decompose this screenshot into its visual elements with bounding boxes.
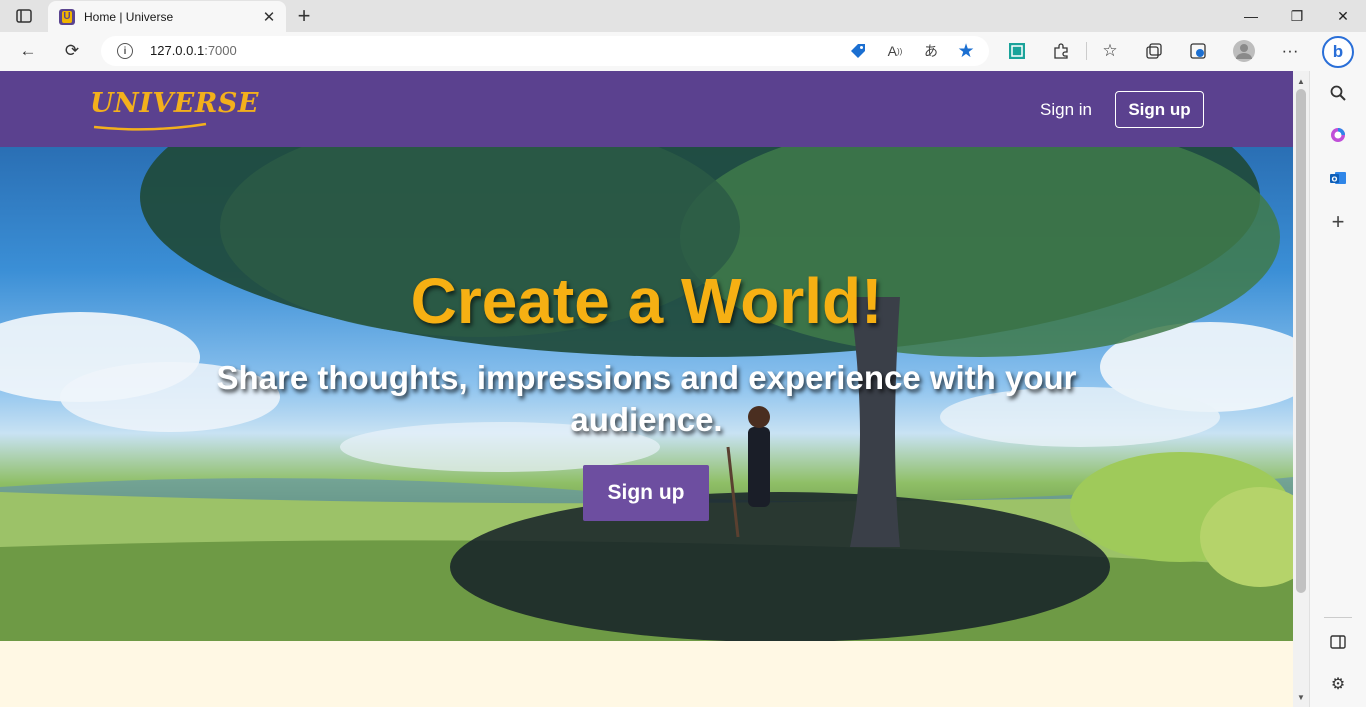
url-port: :7000 <box>204 43 237 58</box>
edge-sidebar: O + ⚙ <box>1309 71 1366 707</box>
nav-sign-up-button[interactable]: Sign up <box>1115 91 1204 128</box>
page-scrollbar[interactable]: ▲ ▼ <box>1293 71 1309 707</box>
search-icon[interactable] <box>1324 79 1352 107</box>
browser-tab[interactable]: U Home | Universe ✕ <box>48 1 286 32</box>
favorite-star-icon[interactable]: ★ <box>954 39 978 63</box>
performance-icon[interactable] <box>1183 36 1213 66</box>
tab-title: Home | Universe <box>84 9 174 24</box>
logo-swoosh-icon <box>93 122 207 131</box>
scroll-down-icon[interactable]: ▼ <box>1293 689 1309 705</box>
translate-icon[interactable]: あ <box>919 39 943 63</box>
hide-sidebar-icon[interactable] <box>1324 628 1352 656</box>
svg-text:O: O <box>1332 176 1338 184</box>
tab-actions-icon[interactable] <box>10 6 38 26</box>
settings-gear-icon[interactable]: ⚙ <box>1324 670 1352 698</box>
hero-section: Create a World! Share thoughts, impressi… <box>0 147 1293 641</box>
close-window-button[interactable]: ✕ <box>1320 0 1366 32</box>
bing-copilot-icon[interactable]: b <box>1322 36 1354 68</box>
maximize-button[interactable]: ❐ <box>1274 0 1320 32</box>
back-button[interactable]: ← <box>13 36 43 66</box>
page-viewport: UNIVERSE Sign in Sign up Create a World!… <box>0 71 1293 707</box>
sidebar-divider <box>1324 617 1352 618</box>
collections-icon[interactable] <box>1139 36 1169 66</box>
hero-subtitle: Share thoughts, impressions and experien… <box>216 359 1077 438</box>
browser-toolbar: ← ⟳ i 127.0.0.1:7000 A)) あ ★ ☆ ··· <box>0 32 1366 72</box>
scroll-up-icon[interactable]: ▲ <box>1293 73 1309 89</box>
hero-title: Create a World! <box>410 265 883 337</box>
favorites-icon[interactable]: ☆ <box>1095 36 1125 66</box>
url-text: 127.0.0.1:7000 <box>150 43 237 58</box>
add-icon[interactable]: + <box>1324 208 1352 236</box>
browser-tab-bar: U Home | Universe ✕ + — ❐ ✕ <box>0 0 1366 32</box>
address-bar[interactable]: i 127.0.0.1:7000 A)) あ ★ <box>101 36 989 66</box>
extension-icon[interactable] <box>1002 36 1032 66</box>
site-info-icon[interactable]: i <box>117 43 133 59</box>
nav-sign-in-link[interactable]: Sign in <box>1040 100 1092 120</box>
extensions-puzzle-icon[interactable] <box>1046 36 1076 66</box>
scroll-thumb[interactable] <box>1296 89 1306 593</box>
toolbar-separator <box>1086 42 1087 60</box>
more-options-button[interactable]: ··· <box>1275 36 1305 66</box>
new-tab-button[interactable]: + <box>292 3 316 28</box>
read-aloud-icon[interactable]: A)) <box>883 39 907 63</box>
shopping-tag-icon[interactable] <box>846 39 870 63</box>
minimize-button[interactable]: — <box>1228 0 1274 32</box>
office-icon[interactable] <box>1324 121 1352 149</box>
profile-avatar[interactable] <box>1229 36 1259 66</box>
outlook-icon[interactable]: O <box>1324 164 1352 192</box>
url-host: 127.0.0.1 <box>150 43 205 58</box>
universe-favicon-icon: U <box>59 8 75 25</box>
hero-sign-up-button[interactable]: Sign up <box>583 465 709 521</box>
reload-button[interactable]: ⟳ <box>57 36 87 66</box>
site-navbar: UNIVERSE Sign in Sign up <box>0 71 1293 147</box>
tab-close-icon[interactable]: ✕ <box>258 6 280 28</box>
